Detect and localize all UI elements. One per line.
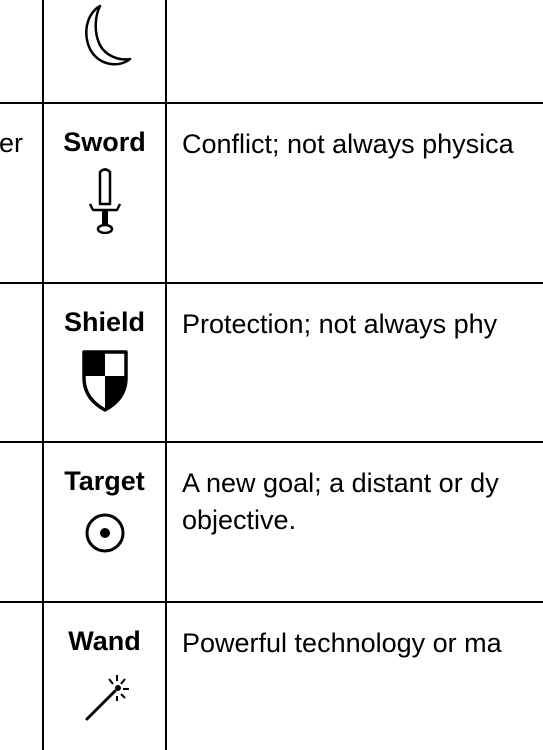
symbol-description-line: objective. <box>182 505 297 535</box>
symbol-name: Sword <box>63 127 146 157</box>
symbol-description: Protection; not always phy <box>182 309 498 339</box>
left-cell: er <box>0 104 42 282</box>
shield-icon <box>81 350 128 412</box>
table-row: Shield Protection; not always phy <box>0 284 543 441</box>
symbol-cell: Target <box>44 443 165 601</box>
symbol-description: Conflict; not always physica <box>182 129 514 159</box>
symbol-cell: Shield <box>44 284 165 441</box>
wand-icon <box>85 675 129 721</box>
symbol-table: er Sword Conflict; not always physica Sh… <box>0 0 543 750</box>
symbol-description: Powerful technology or ma <box>182 628 502 658</box>
table-row <box>0 0 543 102</box>
sword-icon <box>88 168 121 234</box>
crescent-moon-icon <box>85 4 132 66</box>
symbol-name: Target <box>64 466 145 496</box>
symbol-cell <box>44 0 165 102</box>
table-row: Wand Powerful technology or ma <box>0 603 543 750</box>
left-cell-text: er <box>0 128 23 158</box>
table-row: er Sword Conflict; not always physica <box>0 104 543 282</box>
symbol-description: A new goal; a distant or dy objective. <box>182 465 543 539</box>
symbol-description-line: A new goal; a distant or dy <box>182 468 499 498</box>
table-row: Target A new goal; a distant or dy objec… <box>0 443 543 601</box>
symbol-cell: Wand <box>44 603 165 750</box>
symbol-name: Wand <box>68 626 141 656</box>
target-icon <box>85 513 124 553</box>
symbol-cell: Sword <box>44 104 165 282</box>
symbol-name: Shield <box>63 307 145 337</box>
